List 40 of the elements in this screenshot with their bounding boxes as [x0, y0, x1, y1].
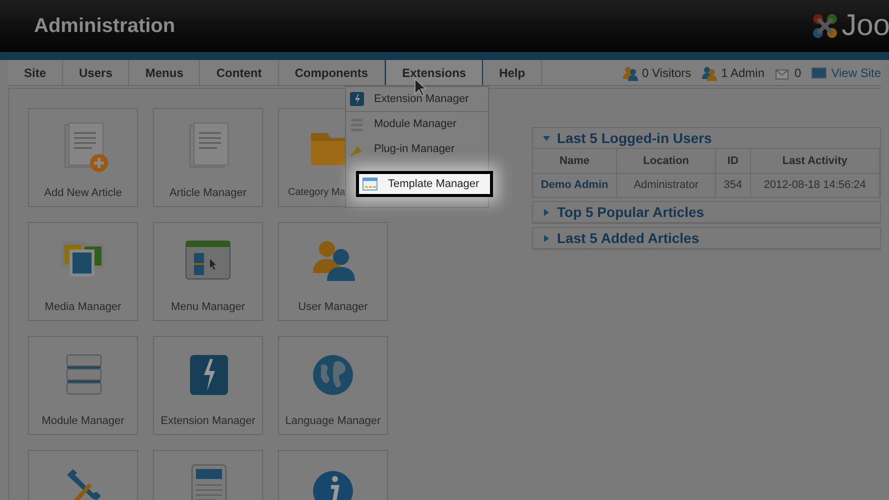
- quick-icon-card[interactable]: Article Manager: [153, 108, 263, 207]
- users-icon: [622, 64, 638, 80]
- user-link[interactable]: Demo Admin: [533, 173, 617, 197]
- menu-tab[interactable]: Site: [8, 60, 64, 85]
- lightning-icon: [349, 91, 365, 107]
- column-header: ID: [716, 149, 750, 173]
- menu-tab[interactable]: Content: [200, 60, 279, 85]
- header-title: Administration: [34, 14, 176, 39]
- panel-header[interactable]: Last 5 Added Articles: [533, 228, 880, 249]
- menu-tab[interactable]: Extensions: [385, 60, 484, 85]
- menu-tab[interactable]: Users: [63, 60, 130, 85]
- caret-right-icon: [543, 234, 550, 242]
- caret-down-icon: [543, 134, 550, 142]
- column-header: Last Activity: [750, 149, 880, 173]
- quick-icon-card[interactable]: User Manager: [278, 222, 388, 321]
- menu-tab[interactable]: Menus: [129, 60, 200, 85]
- panel-header[interactable]: Top 5 Popular Articles: [533, 202, 880, 223]
- template-icon: [362, 177, 378, 191]
- table-cell: 2012-08-18 14:56:24: [750, 173, 880, 197]
- panel-header[interactable]: Last 5 Logged-in Users: [533, 128, 880, 149]
- template-manager-callout[interactable]: Template Manager: [356, 171, 493, 197]
- quick-icon-card[interactable]: Media Manager: [28, 222, 138, 321]
- quick-icon-card[interactable]: Extension Manager: [153, 336, 263, 435]
- monitor-icon: [811, 64, 828, 80]
- view-site-link[interactable]: View Site: [831, 64, 881, 82]
- joomla-logo-text: Joo: [842, 11, 889, 41]
- table-cell: Administrator: [616, 173, 716, 197]
- caret-right-icon: [543, 208, 550, 216]
- users-icon: [701, 64, 718, 80]
- status-text: 0: [794, 64, 802, 82]
- column-header: Name: [533, 149, 617, 173]
- column-header: Location: [616, 149, 716, 173]
- quick-icon-card[interactable]: Add New Article: [28, 108, 138, 207]
- quick-icon-card[interactable]: Language Manager: [278, 336, 388, 435]
- status-text: 0 Visitors: [642, 64, 692, 82]
- status-text: 1 Admin: [721, 64, 764, 82]
- table-cell: 354: [716, 173, 750, 197]
- quick-icon-card[interactable]: Menu Manager: [153, 222, 263, 321]
- menu-tab[interactable]: Help: [483, 60, 542, 85]
- quick-icon-card[interactable]: Module Manager: [28, 336, 138, 435]
